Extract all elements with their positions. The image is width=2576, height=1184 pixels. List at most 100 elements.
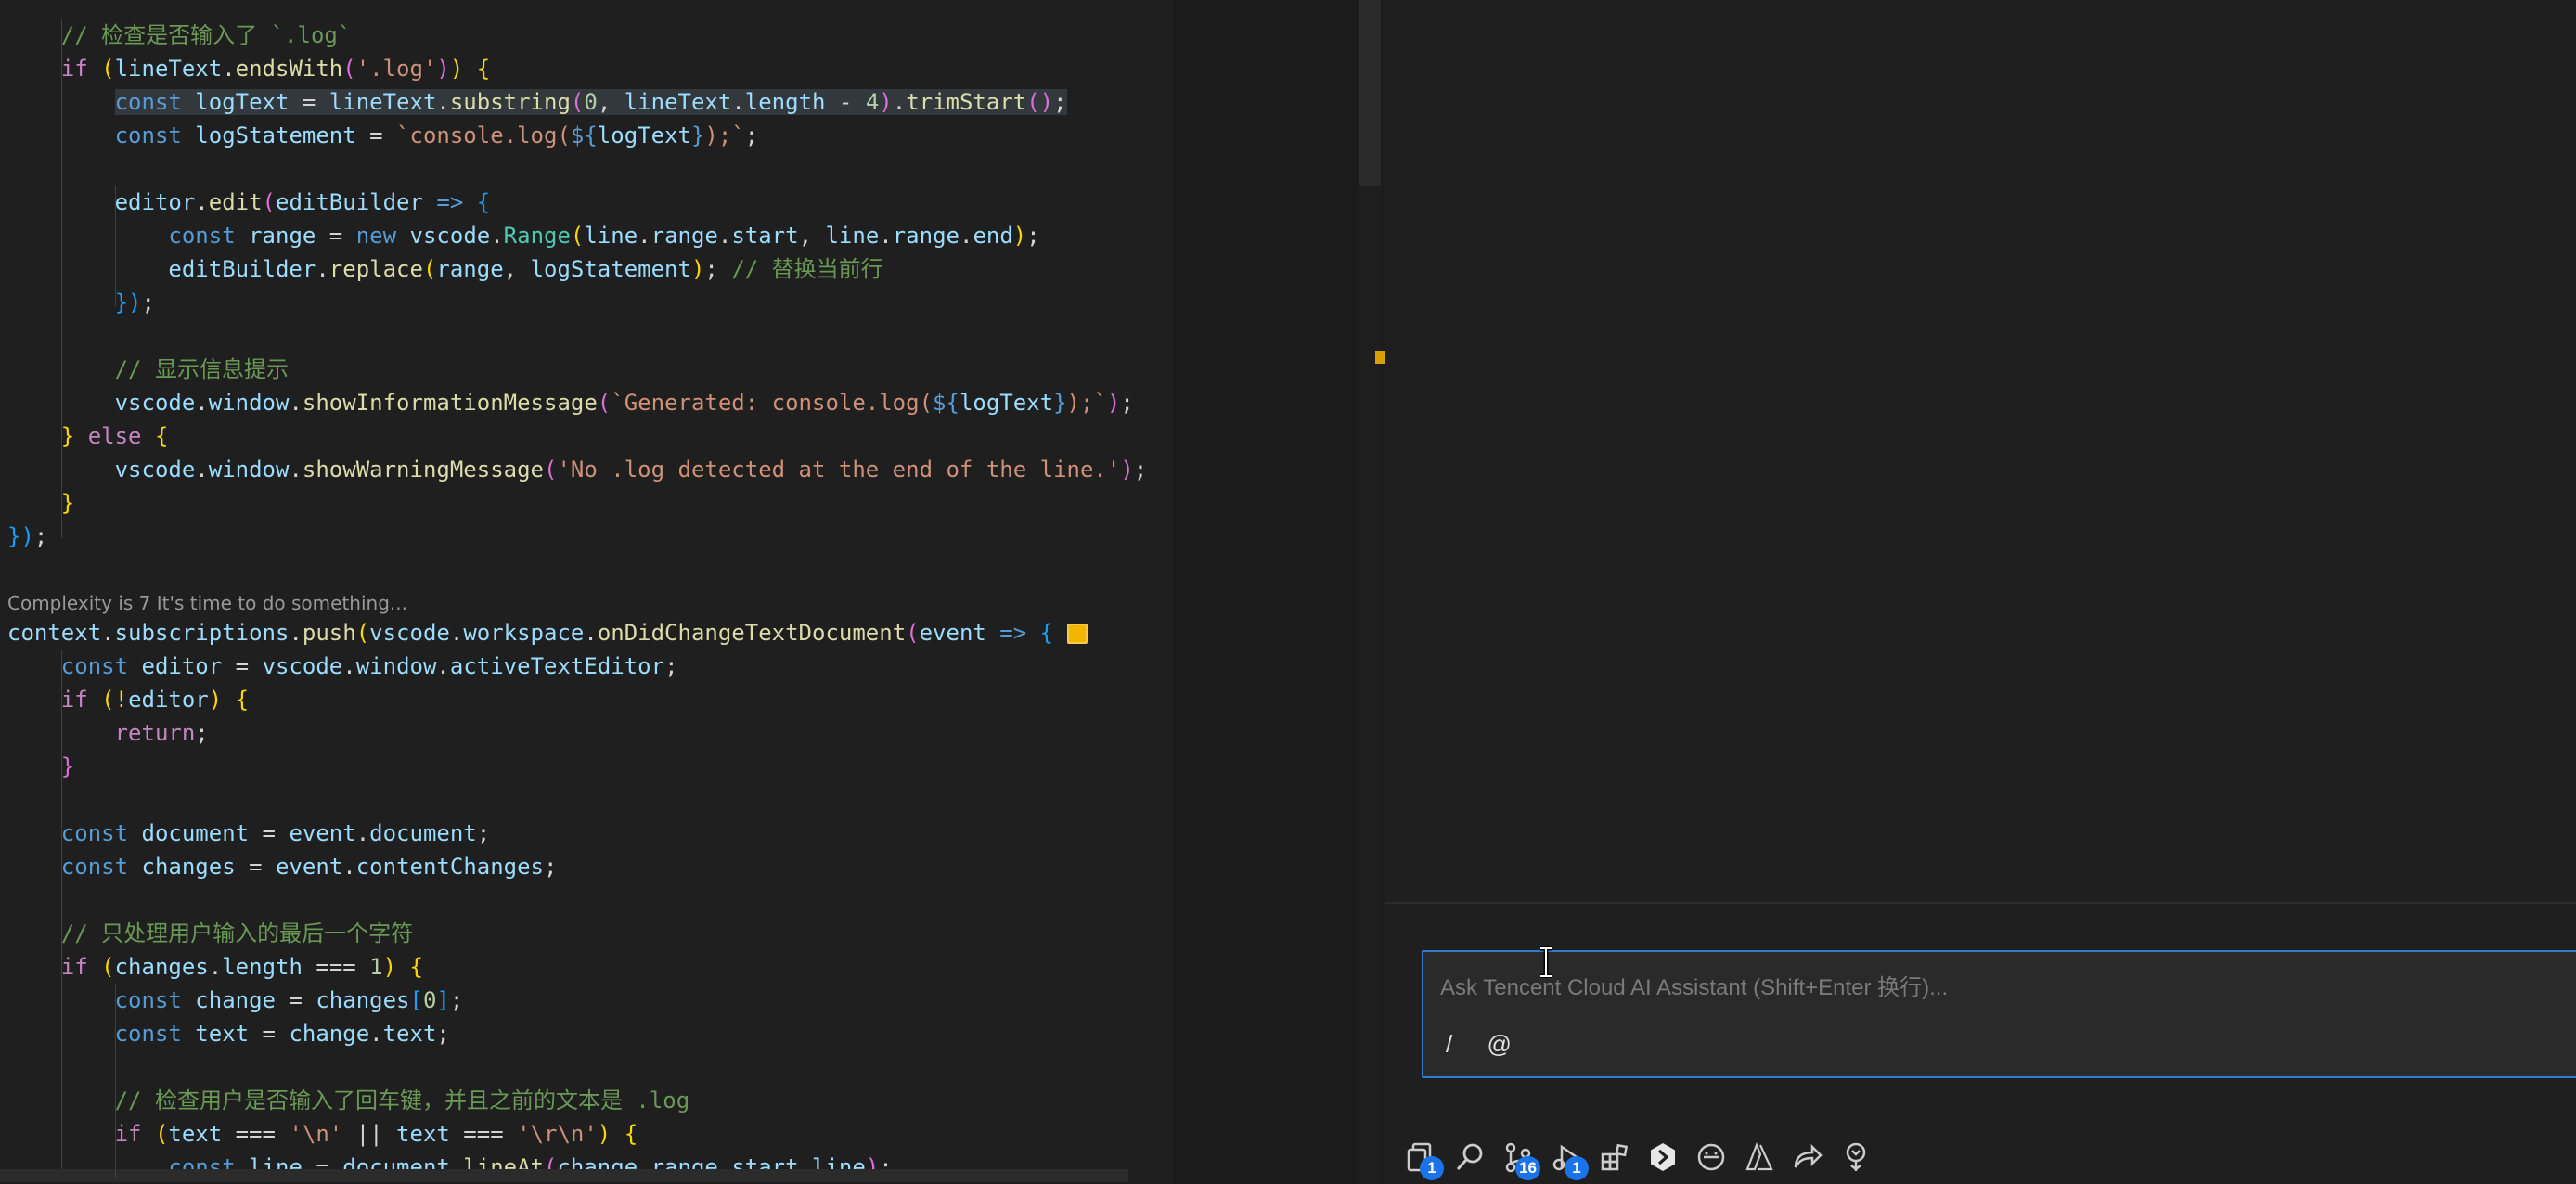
code-token: = [235,854,277,880]
code-line[interactable]: editBuilder.replace(range, logStatement)… [7,252,883,286]
code-line[interactable]: if (text === '\n' || text === '\r\n') { [7,1117,638,1151]
code-token: // 检查用户是否输入了回车键，并且之前的文本是 .log [114,1087,690,1113]
code-line[interactable]: } [7,750,74,783]
code-token: . [717,223,732,249]
code-token: ; [449,987,464,1013]
code-line[interactable]: const editor = vscode.window.activeTextE… [7,650,678,683]
code-line[interactable]: // 检查是否输入了 `.log` [7,19,352,52]
chat-input[interactable]: Ask Tencent Cloud AI Assistant (Shift+En… [1422,950,2576,1078]
code-token: endsWith [235,56,343,82]
code-line[interactable]: if (changes.length === 1) { [7,950,423,984]
code-editor[interactable]: // 检查是否输入了 `.log` if (lineText.endsWith(… [0,0,1173,1184]
code-token: { [154,423,169,449]
horizontal-scrollbar[interactable] [0,1169,1128,1182]
code-token: ( [262,189,276,215]
code-line[interactable]: const changes = event.contentChanges; [7,850,558,883]
slash-command-button[interactable]: / [1446,1030,1452,1058]
extensions-icon[interactable] [1591,1134,1639,1180]
comment-icon[interactable] [1687,1134,1735,1180]
mention-button[interactable]: @ [1487,1030,1511,1058]
code-token: . [731,89,745,115]
azure-icon[interactable] [1735,1134,1784,1180]
source-control-icon[interactable]: 16 [1494,1134,1542,1180]
code-token: changes [316,987,410,1013]
code-token: subscriptions [114,620,290,646]
code-token: if [60,56,88,82]
code-line[interactable]: const document = event.document; [7,817,490,850]
code-token: logText [597,122,691,148]
code-token: edit [208,189,263,215]
code-line[interactable]: vscode.window.showInformationMessage(`Ge… [7,386,1134,419]
code-line[interactable]: const text = change.text; [7,1017,450,1050]
chat-tools: / @ [1446,1030,1539,1059]
code-token: editor [114,189,196,215]
code-token: (! [87,687,129,713]
code-line[interactable]: // 显示信息提示 [7,353,289,386]
git-tree-icon[interactable] [1832,1134,1880,1180]
live-share-icon[interactable] [1784,1134,1832,1180]
code-token: activeTextEditor [449,653,665,679]
code-token: ( [355,620,370,646]
code-token: . [208,954,223,980]
code-token: text [195,1021,250,1047]
code-line[interactable]: editor.edit(editBuilder => { [7,186,491,219]
code-line[interactable]: if (!editor) { [7,683,249,716]
code-line[interactable]: vscode.window.showWarningMessage('No .lo… [7,453,1148,486]
code-token: ; [476,820,491,846]
code-token: => [985,620,1040,646]
run-debug-icon[interactable]: 1 [1542,1134,1591,1180]
code-line[interactable]: return; [7,716,209,750]
code-token: // 替换当前行 [731,256,883,282]
code-token: event [276,854,343,880]
code-token: line [584,223,638,249]
code-line[interactable]: context.subscriptions.push(vscode.worksp… [7,616,1088,650]
code-token: const [60,653,129,679]
ai-assistant-panel: Ask Tencent Cloud AI Assistant (Shift+En… [1385,0,2576,1184]
code-line[interactable]: }); [7,286,155,319]
code-line[interactable]: const range = new vscode.Range(line.rang… [7,219,1039,252]
code-token: replace [328,256,423,282]
code-token: start [731,223,799,249]
minimap[interactable] [1359,0,1381,186]
code-token: logStatement [195,122,356,148]
code-token: end [972,223,1013,249]
code-token: . [892,89,907,115]
codebuddy-icon[interactable] [1639,1134,1687,1180]
activity-bar: 1 16 1 [1385,1130,2576,1184]
code-token: context [7,620,102,646]
code-line[interactable]: } [7,486,74,520]
code-line[interactable]: const logText = lineText.substring(0, li… [7,85,1067,119]
code-token: showInformationMessage [302,390,598,416]
code-line[interactable]: if (lineText.endsWith('.log')) { [7,52,490,85]
indent-guide [115,186,116,306]
code-token: editor [128,687,209,713]
code-line[interactable]: }); [7,520,47,553]
code-token: '\n' [289,1121,343,1147]
complexity-codelens[interactable]: Complexity is 7 It's time to do somethin… [7,588,407,618]
code-token: line [825,223,880,249]
code-token: . [289,620,303,646]
code-token: => [422,189,477,215]
code-line[interactable]: const logStatement = `console.log(${logT… [7,119,759,152]
search-icon[interactable] [1446,1134,1494,1180]
code-token: ; [704,256,732,282]
code-token: length [744,89,826,115]
code-token: substring [449,89,571,115]
code-line[interactable]: const change = changes[0]; [7,984,464,1017]
code-token: showWarningMessage [302,457,544,483]
explorer-icon[interactable]: 1 [1397,1134,1446,1180]
lightbulb-icon[interactable] [1066,624,1088,644]
code-line[interactable]: // 只处理用户输入的最后一个字符 [7,917,413,950]
code-line[interactable]: // 检查用户是否输入了回车键，并且之前的文本是 .log [7,1084,690,1117]
code-token: ( [906,620,920,646]
code-token: // 显示信息提示 [114,356,289,382]
code-line[interactable]: } else { [7,419,169,453]
code-token: vscode [369,620,450,646]
text-cursor-icon [1540,946,1552,978]
